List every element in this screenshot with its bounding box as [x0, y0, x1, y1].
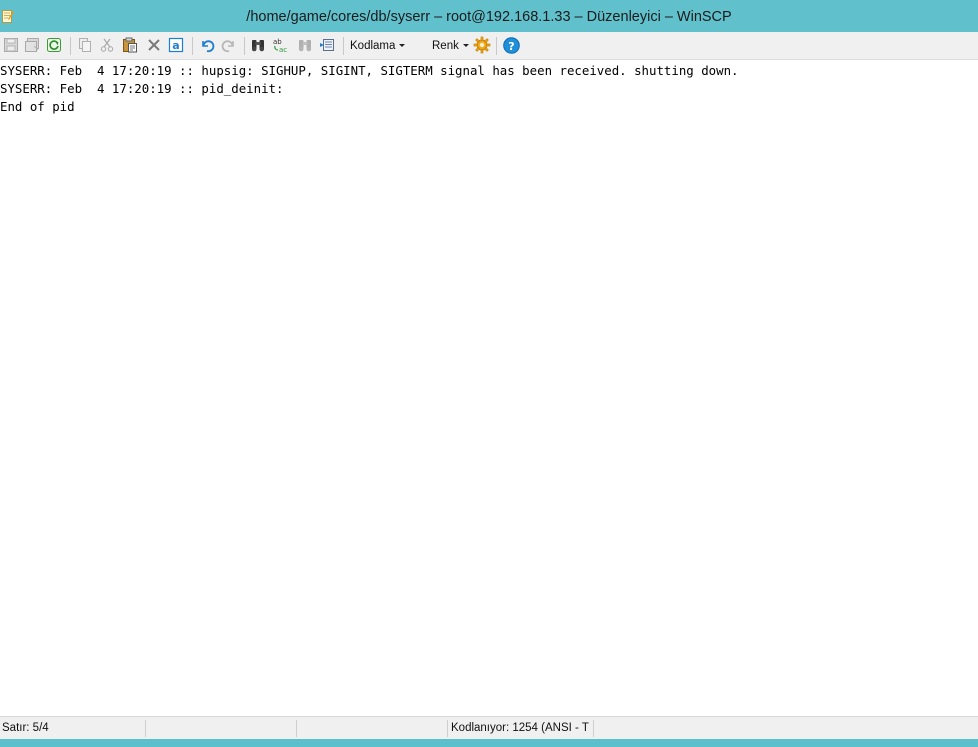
svg-text:ac: ac	[279, 46, 287, 53]
cut-icon[interactable]	[98, 36, 116, 54]
status-panel-empty	[146, 720, 297, 737]
toolbar-separator	[244, 37, 245, 55]
svg-text:a: a	[172, 39, 179, 52]
editor-line[interactable]: End of pid	[0, 98, 75, 116]
save-icon[interactable]	[2, 36, 20, 54]
editor-line[interactable]: SYSERR: Feb 4 17:20:19 :: pid_deinit:	[0, 80, 283, 98]
toolbar-separator	[496, 37, 497, 55]
toolbar-separator	[343, 37, 344, 55]
status-encoding-info: Kodlanıyor: 1254 (ANSI - T	[448, 720, 594, 737]
svg-text:ab: ab	[273, 38, 282, 46]
paste-icon[interactable]	[121, 36, 139, 54]
undo-icon[interactable]	[198, 36, 216, 54]
find-next-icon[interactable]	[296, 36, 314, 54]
status-panel-empty	[297, 720, 448, 737]
find-icon[interactable]	[249, 36, 267, 54]
copy-icon[interactable]	[76, 36, 94, 54]
delete-icon[interactable]	[145, 36, 163, 54]
reload-icon[interactable]	[45, 36, 63, 54]
save-all-icon[interactable]	[23, 36, 41, 54]
help-icon[interactable]: ?	[502, 36, 520, 54]
chevron-down-icon	[462, 44, 469, 48]
encoding-label: Kodlama	[350, 40, 396, 52]
redo-icon[interactable]	[220, 36, 238, 54]
replace-icon[interactable]: ab ac	[272, 36, 290, 54]
window-title: /home/game/cores/db/syserr – root@192.16…	[246, 9, 732, 25]
color-label: Renk	[432, 40, 459, 52]
select-all-icon[interactable]: a	[167, 36, 185, 54]
goto-line-icon[interactable]	[318, 36, 336, 54]
chevron-down-icon	[399, 44, 406, 48]
toolbar: a ab ac Kodlama Renk ?	[0, 32, 978, 82]
status-panel-empty	[594, 720, 978, 737]
text-editor[interactable]: SYSERR: Feb 4 17:20:19 :: hupsig: SIGHUP…	[0, 60, 978, 716]
status-bar: Satır: 5/4 Kodlanıyor: 1254 (ANSI - T	[0, 716, 978, 739]
preferences-icon[interactable]	[473, 36, 491, 54]
editor-line[interactable]: SYSERR: Feb 4 17:20:19 :: hupsig: SIGHUP…	[0, 62, 739, 80]
color-dropdown[interactable]: Renk	[432, 38, 469, 54]
encoding-dropdown[interactable]: Kodlama	[350, 38, 406, 54]
bottom-border	[0, 739, 978, 747]
toolbar-separator	[192, 37, 193, 55]
title-bar: /home/game/cores/db/syserr – root@192.16…	[0, 0, 978, 32]
svg-text:?: ?	[508, 40, 514, 53]
toolbar-separator	[70, 37, 71, 55]
status-line-info: Satır: 5/4	[0, 720, 146, 737]
